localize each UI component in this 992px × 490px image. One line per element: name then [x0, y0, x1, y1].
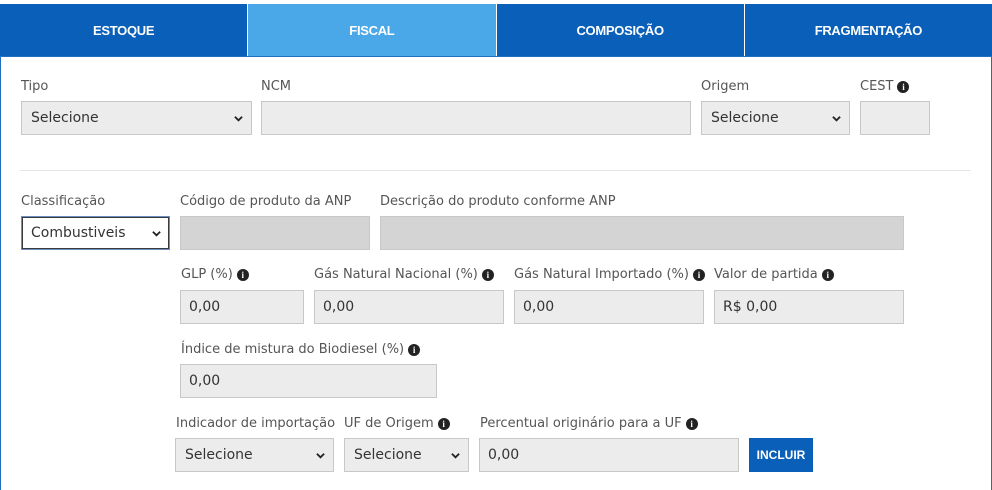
- info-circle-icon[interactable]: i: [481, 268, 494, 281]
- gas-natural-nacional-input[interactable]: 0,00: [314, 290, 504, 324]
- indicador-importacao-select-value: Selecione: [185, 447, 253, 463]
- origem-select[interactable]: Selecione: [701, 101, 850, 135]
- codigo-anp-label-text: Código de produto da ANP: [180, 194, 352, 209]
- tab-panel-top-border: [0, 56, 992, 57]
- percentual-uf-input[interactable]: 0,00: [479, 438, 739, 472]
- incluir-button[interactable]: INCLUIR: [749, 438, 813, 472]
- tab-fragmentacao[interactable]: FRAGMENTAÇÃO: [744, 4, 992, 56]
- info-circle-icon[interactable]: i: [437, 417, 450, 430]
- classificacao-label-text: Classificação: [21, 194, 106, 209]
- descricao-anp-label: Descrição do produto conforme ANP: [380, 194, 616, 209]
- classificacao-label: Classificação: [21, 194, 105, 209]
- origem-label-text: Origem: [701, 79, 750, 94]
- tab-composicao[interactable]: COMPOSIÇÃO: [496, 4, 745, 56]
- gas-natural-nacional-label: Gás Natural Nacional (%) i: [314, 267, 494, 282]
- info-circle-icon[interactable]: i: [685, 417, 698, 430]
- percentual-uf-label: Percentual originário para a UF i: [480, 416, 698, 431]
- valor-partida-input[interactable]: R$ 0,00: [714, 290, 904, 324]
- info-circle-icon[interactable]: i: [821, 268, 834, 281]
- ncm-label: NCM: [261, 79, 291, 94]
- info-circle-icon[interactable]: i: [236, 268, 249, 281]
- indice-biodiesel-label-text: Índice de mistura do Biodiesel (%): [181, 342, 405, 357]
- info-circle-icon[interactable]: i: [897, 80, 910, 93]
- tab-fiscal[interactable]: FISCAL: [248, 4, 497, 56]
- tab-estoque[interactable]: ESTOQUE: [0, 4, 249, 56]
- chevron-down-icon: [451, 452, 460, 459]
- tipo-label-text: Tipo: [21, 79, 49, 94]
- uf-origem-label-text: UF de Origem: [344, 416, 434, 431]
- codigo-anp-input[interactable]: [180, 216, 370, 250]
- chevron-down-icon: [316, 452, 325, 459]
- chevron-down-icon: [152, 230, 161, 237]
- indicador-importacao-select[interactable]: Selecione: [175, 438, 334, 472]
- cest-label: CEST i: [860, 79, 910, 94]
- tipo-label: Tipo: [21, 79, 48, 94]
- classificacao-select[interactable]: Combustiveis: [21, 216, 170, 250]
- gas-natural-importado-label: Gás Natural Importado (%) i: [514, 267, 705, 282]
- section-divider: [20, 170, 971, 171]
- chevron-down-icon: [832, 115, 841, 122]
- chevron-down-icon: [234, 115, 243, 122]
- origem-label: Origem: [701, 79, 749, 94]
- cest-label-text: CEST: [860, 79, 894, 94]
- gas-natural-nacional-label-text: Gás Natural Nacional (%): [314, 267, 478, 282]
- tab-bar: ESTOQUE FISCAL COMPOSIÇÃO FRAGMENTAÇÃO: [0, 4, 992, 56]
- glp-label: GLP (%) i: [181, 267, 249, 282]
- uf-origem-label: UF de Origem i: [344, 416, 450, 431]
- uf-origem-select[interactable]: Selecione: [344, 438, 469, 472]
- indicador-importacao-label-text: Indicador de importação: [176, 416, 336, 431]
- indice-biodiesel-label: Índice de mistura do Biodiesel (%) i: [181, 342, 421, 357]
- glp-input[interactable]: 0,00: [180, 290, 304, 324]
- indicador-importacao-label: Indicador de importação: [176, 416, 335, 431]
- ncm-input[interactable]: [261, 101, 691, 135]
- panel-left-border: [0, 56, 1, 490]
- gas-natural-importado-input[interactable]: 0,00: [514, 290, 704, 324]
- info-circle-icon[interactable]: i: [408, 343, 421, 356]
- classificacao-select-value: Combustiveis: [31, 225, 126, 241]
- info-circle-icon[interactable]: i: [692, 268, 705, 281]
- origem-select-value: Selecione: [711, 110, 779, 126]
- descricao-anp-input[interactable]: [380, 216, 904, 250]
- tipo-select-value: Selecione: [31, 110, 99, 126]
- tipo-select[interactable]: Selecione: [21, 101, 252, 135]
- codigo-anp-label: Código de produto da ANP: [180, 194, 351, 209]
- descricao-anp-label-text: Descrição do produto conforme ANP: [380, 194, 616, 209]
- percentual-uf-label-text: Percentual originário para a UF: [480, 416, 682, 431]
- indice-biodiesel-input[interactable]: 0,00: [180, 364, 437, 398]
- glp-label-text: GLP (%): [181, 267, 233, 282]
- valor-partida-label: Valor de partida i: [714, 267, 834, 282]
- uf-origem-select-value: Selecione: [354, 447, 422, 463]
- ncm-label-text: NCM: [261, 79, 292, 94]
- cest-input[interactable]: [860, 101, 930, 135]
- valor-partida-label-text: Valor de partida: [714, 267, 818, 282]
- gas-natural-importado-label-text: Gás Natural Importado (%): [514, 267, 689, 282]
